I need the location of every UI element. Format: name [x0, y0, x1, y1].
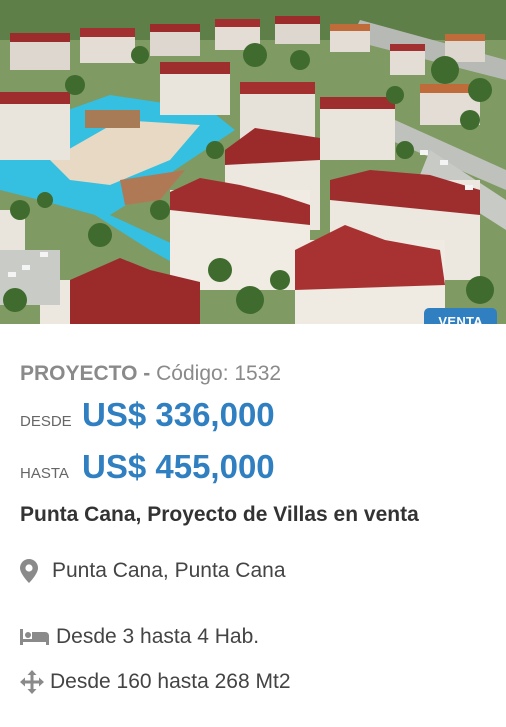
price-to-row: HASTA US$ 455,000 — [20, 448, 275, 486]
area-row: Desde 160 hasta 268 Mt2 — [20, 670, 291, 694]
rooms-text: Desde 3 hasta 4 Hab. — [56, 625, 260, 648]
rooms-row: Desde 3 hasta 4 Hab. — [20, 625, 259, 649]
property-image[interactable]: VENTA — [0, 0, 506, 324]
price-from-value: US$ 336,000 — [82, 396, 275, 433]
location-row: Punta Cana, Punta Cana — [20, 559, 286, 583]
price-from-label: DESDE — [20, 413, 72, 430]
price-from-row: DESDE US$ 336,000 — [20, 396, 275, 434]
property-card[interactable]: VENTA PROYECTO - Código: 1532 DESDE US$ … — [0, 0, 506, 727]
bed-icon — [20, 629, 49, 645]
listing-type: PROYECTO — [20, 362, 138, 385]
location-text: Punta Cana, Punta Cana — [52, 559, 286, 582]
listing-code: Código: 1532 — [156, 362, 282, 385]
aerial-render-illustration — [0, 0, 506, 324]
area-text: Desde 160 hasta 268 Mt2 — [50, 670, 291, 693]
price-to-label: HASTA — [20, 465, 69, 482]
listing-type-line: PROYECTO - Código: 1532 — [20, 362, 281, 386]
price-to-value: US$ 455,000 — [82, 448, 275, 485]
listing-title[interactable]: Punta Cana, Proyecto de Villas en venta — [20, 503, 419, 527]
type-separator: - — [137, 362, 157, 385]
map-marker-icon — [20, 559, 38, 583]
sale-badge: VENTA — [424, 308, 497, 324]
arrows-move-icon — [20, 670, 44, 694]
